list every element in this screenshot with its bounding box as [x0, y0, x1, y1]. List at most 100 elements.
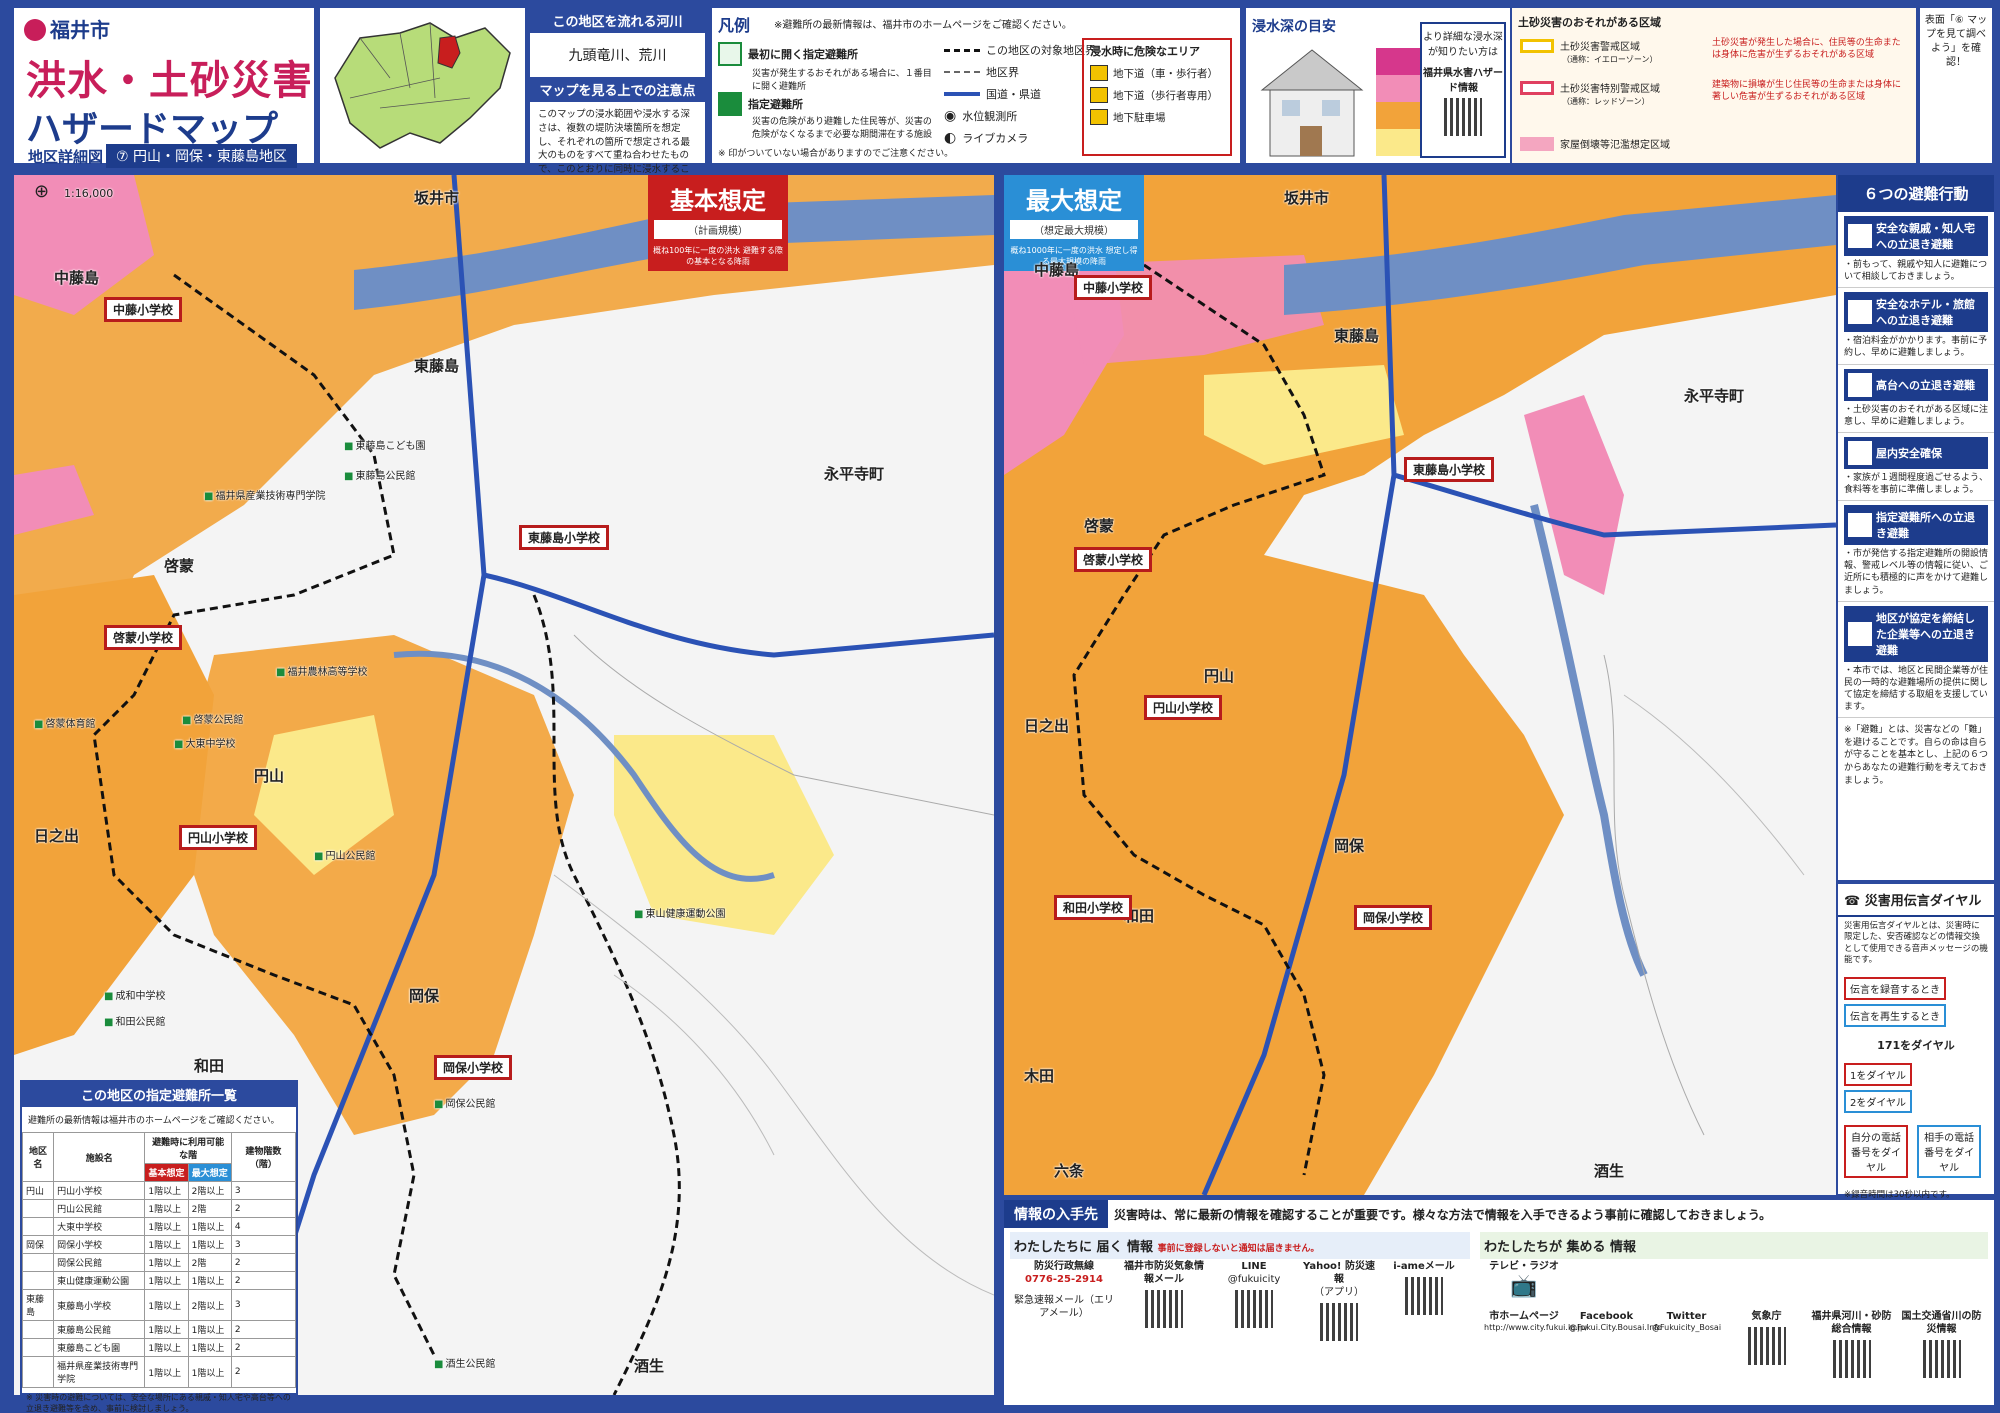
water-station-label: 水位観測所 [962, 110, 1018, 123]
place-hinode: 日之出 [1024, 717, 1070, 735]
action-relative: 安全な親戚・知人宅への立退き避難 ・前もって、親戚や知人に避難について相談してお… [1838, 212, 1994, 289]
school-higashifujishima[interactable]: 東藤島小学校 [1404, 457, 1495, 482]
table-row: 東藤島 東藤島小学校 1階以上 2階以上 3 [21, 1289, 297, 1321]
emergency-mail: 緊急速報メール（エリアメール） [1014, 1295, 1114, 1319]
press2: 2をダイヤル [1844, 1089, 1913, 1113]
service-yahoo[interactable]: Yahoo! 防災速報 （アプリ） [1299, 1260, 1379, 1341]
service-pref-river[interactable]: 福井県河川・砂防総合情報 [1809, 1310, 1894, 1378]
qr-code-icon[interactable] [1235, 1290, 1273, 1328]
facility-wada-hall[interactable]: 和田公民館 [104, 1013, 165, 1028]
facility-seiwa-jhs[interactable]: 成和中学校 [104, 987, 165, 1002]
legend-boundary-target: この地区の対象地区界 [944, 42, 1096, 58]
map-max-scenario[interactable]: 最大想定 （想定最大規模） 概ね1000年に一度の洪水 想定し得る最大規模の降雨… [1004, 175, 1836, 1195]
shelter-list-panel: この地区の指定避難所一覧 避難所の最新情報は福井市のホームページをご確認ください… [20, 1080, 298, 1413]
qr-code-icon[interactable] [1444, 98, 1482, 136]
school-okabo[interactable]: 岡保小学校 [434, 1055, 513, 1080]
qr-code-icon[interactable] [1747, 1327, 1786, 1365]
cell-max: 1階以上 [187, 1320, 232, 1339]
legend-water-station: ◉ 水位観測所 [944, 108, 1017, 124]
boundary-line-icon [944, 71, 980, 73]
qr-code-icon[interactable] [1922, 1340, 1961, 1378]
place-kida: 木田 [1024, 1067, 1055, 1085]
legend-panel: 凡例 ※避難所の最新情報は、福井市のホームページをご確認ください。 最初に開く指… [712, 8, 1240, 163]
cell-district: 東藤島 [21, 1289, 55, 1321]
service-tv: テレビ・ラジオ 📺 [1484, 1260, 1564, 1302]
facility-maruyama-hall[interactable]: 円山公民館 [314, 847, 375, 862]
service-mlit[interactable]: 国土交通省川の防災情報 [1899, 1310, 1984, 1378]
rivers-heading: この地区を流れる河川 [530, 8, 705, 33]
more-info-box[interactable]: より詳細な浸水深が知りたい方は 福井県水害ハザード情報 [1420, 22, 1506, 158]
more-info-link[interactable]: 福井県水害ハザード情報 [1422, 64, 1504, 94]
legend-designated: 指定避難所 [718, 92, 803, 116]
scenario-sub: （計画規模） [654, 220, 782, 239]
school-okabo[interactable]: 岡保小学校 [1354, 905, 1433, 930]
facility-keimo-gym[interactable]: 啓蒙体育館 [34, 715, 95, 730]
service-twitter[interactable]: Twitter @Fukuicity_Bosai [1649, 1310, 1724, 1333]
facility-sangyo-gakuin[interactable]: 福井県産業技術専門学院 [204, 487, 325, 502]
facility-kodomoen[interactable]: 東藤島こども園 [344, 437, 425, 452]
qr-code-icon[interactable] [1145, 1290, 1183, 1328]
school-maruyama[interactable]: 円山小学校 [179, 825, 258, 850]
dial-desc: 災害用伝言ダイヤルとは、災害時に限定した、安否確認などの情報交換として使用できる… [1844, 921, 1988, 966]
facility-sako-hall[interactable]: 酒生公民館 [434, 1355, 495, 1370]
service-facebook[interactable]: Facebook @Fukui.City.Bousai.Info [1569, 1310, 1662, 1333]
action-highground: 高台への立退き避難 ・土砂災害のおそれがある区域に注意し、早めに避難しましょう。 [1838, 365, 1994, 433]
disaster-dial-panel: ☎ 災害用伝言ダイヤル 災害用伝言ダイヤルとは、災害時に限定した、安否確認などの… [1838, 884, 1994, 1200]
facility-okabo-hall[interactable]: 岡保公民館 [434, 1095, 495, 1110]
cell-max: 1階以上 [187, 1271, 232, 1290]
service-name: 福井県河川・砂防総合情報 [1811, 1311, 1892, 1335]
service-name: 気象庁 [1751, 1311, 1782, 1322]
scale-label: 1:16,000 [64, 187, 114, 200]
dial-title-text: 災害用伝言ダイヤル [1864, 894, 1982, 909]
scenario-title: 基本想定 [670, 187, 766, 215]
school-nakafuji[interactable]: 中藤小学校 [1074, 275, 1153, 300]
school-keimo[interactable]: 啓蒙小学校 [104, 625, 183, 650]
facility-keimo-hall[interactable]: 啓蒙公民館 [182, 711, 243, 726]
service-radio[interactable]: 防災行政無線 0776-25-2914 緊急速報メール（エリアメール） [1014, 1260, 1114, 1320]
danger-item-label: 地下道（歩行者専用） [1113, 89, 1218, 102]
camera-icon: ◐ [944, 130, 957, 146]
school-wada[interactable]: 和田小学校 [1054, 895, 1133, 920]
place-hinode: 日之出 [34, 827, 80, 845]
action-head: 安全な親戚・知人宅への立退き避難 [1876, 222, 1975, 251]
table-row: 福井県産業技術専門学院 1階以上 1階以上 2 [21, 1356, 297, 1388]
cell-name: 大東中学校 [53, 1217, 146, 1236]
service-mail[interactable]: 福井市防災気象情報メール [1124, 1260, 1204, 1328]
yellow-zone-label: 土砂災害警戒区域 [1560, 42, 1640, 53]
cell-floors: 3 [230, 1289, 297, 1321]
legend-first-open: 最初に開く指定避難所 [718, 42, 858, 66]
facility-daito-jhs[interactable]: 大東中学校 [174, 735, 235, 750]
live-camera-label: ライブカメラ [962, 132, 1029, 145]
qr-code-icon[interactable] [1320, 1303, 1358, 1341]
action-body: ・宿泊料金がかかります。事前に予約し、早めに避難しましょう。 [1844, 336, 1988, 359]
facility-higashifujishima-hall[interactable]: 東藤島公民館 [344, 467, 415, 482]
qr-code-icon[interactable] [1405, 1277, 1443, 1315]
service-homepage[interactable]: 市ホームページ http://www.city.fukui.lg.jp/ [1484, 1310, 1588, 1333]
cell-basic: 1階以上 [144, 1289, 189, 1321]
landslide-red-row: 土砂災害特別警戒区域 [1520, 80, 1660, 95]
school-keimo[interactable]: 啓蒙小学校 [1074, 547, 1153, 572]
action-head: 高台への立退き避難 [1876, 378, 1975, 392]
school-maruyama[interactable]: 円山小学校 [1144, 695, 1223, 720]
place-sakai: 坂井市 [1284, 189, 1330, 207]
cell-district: 円山 [21, 1181, 55, 1200]
landslide-title: 土砂災害のおそれがある区域 [1518, 16, 1661, 29]
house-collapse-label: 家屋倒壊等氾濫想定区域 [1560, 140, 1670, 151]
school-higashifujishima[interactable]: 東藤島小学校 [519, 525, 610, 550]
push-head-text: わたしたちに 届く 情報 [1014, 1240, 1154, 1255]
facility-norin-hs[interactable]: 福井農林高等学校 [276, 663, 367, 678]
facility-higashiyama-park[interactable]: 東山健康運動公園 [634, 905, 725, 920]
service-detail: 0776-25-2914 [1025, 1274, 1103, 1285]
service-line[interactable]: LINE @fukuicity [1214, 1260, 1294, 1328]
yellow-zone-sub: （通称：イエローゾーン） [1562, 55, 1658, 64]
school-nakafuji[interactable]: 中藤小学校 [104, 297, 183, 322]
house-icon [1848, 224, 1872, 248]
cell-district [21, 1253, 55, 1272]
dial-number: 171をダイヤル [1877, 1038, 1955, 1052]
service-jma[interactable]: 気象庁 [1729, 1310, 1804, 1365]
qr-code-icon[interactable] [1832, 1340, 1871, 1378]
cell-max: 2階 [187, 1253, 232, 1272]
place-sako: 酒生 [634, 1357, 665, 1375]
service-iame[interactable]: i-ameメール [1384, 1260, 1464, 1315]
action-hotel: 安全なホテル・旅館への立退き避難 ・宿泊料金がかかります。事前に予約し、早めに避… [1838, 288, 1994, 365]
